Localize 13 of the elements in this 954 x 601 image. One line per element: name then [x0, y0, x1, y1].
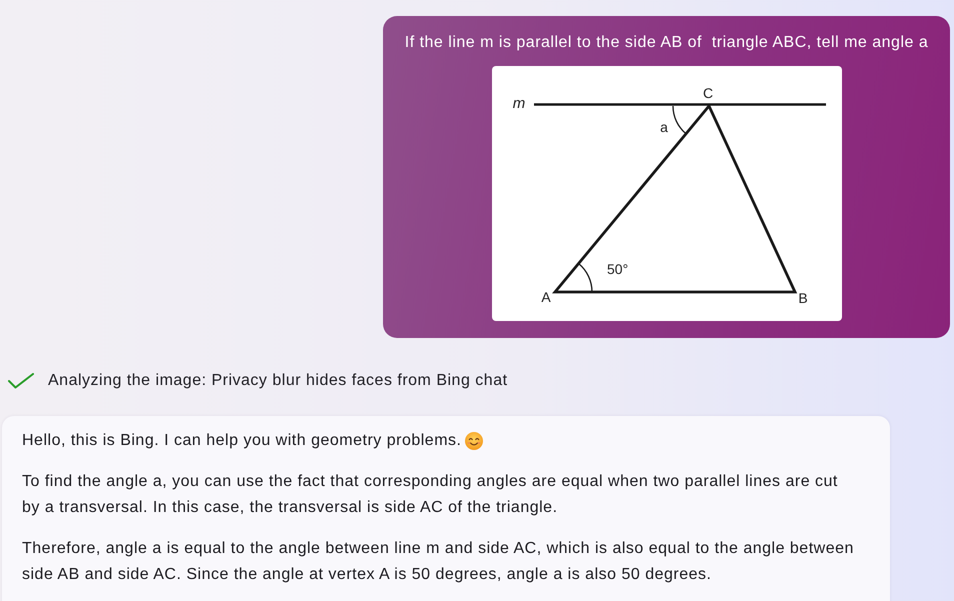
line-label: m [512, 95, 525, 112]
response-text: Therefore, angle a is equal to the angle between line m and side AC, which is also equal to the angle between side AB and side AC. Since the angle at vertex A is 50 degrees, angle a is also 50 degrees. [22, 539, 855, 585]
angle-label: a [660, 119, 668, 135]
response-text: To find the angle a, you can use the fact that corresponding angles are equal when two parallel lines are cut by a transversal. In this case, the transversal is side AC of the triangle. [22, 472, 839, 518]
vertex-label: B [798, 290, 808, 306]
angle-label: 50° [606, 261, 628, 277]
vertex-label: A [540, 289, 550, 305]
message-text: If the line m is parallel to the side AB of triangle ABC, tell me angle a [404, 33, 928, 53]
status-text: Analyzing the image: Privacy blur hides faces from Bing chat [48, 371, 508, 391]
angle-arc [672, 106, 686, 134]
response-text: Hello, this is Bing. I can help you with geometry problems. [22, 431, 462, 451]
angle-arc [578, 263, 592, 292]
vertex-label: C [702, 85, 713, 101]
